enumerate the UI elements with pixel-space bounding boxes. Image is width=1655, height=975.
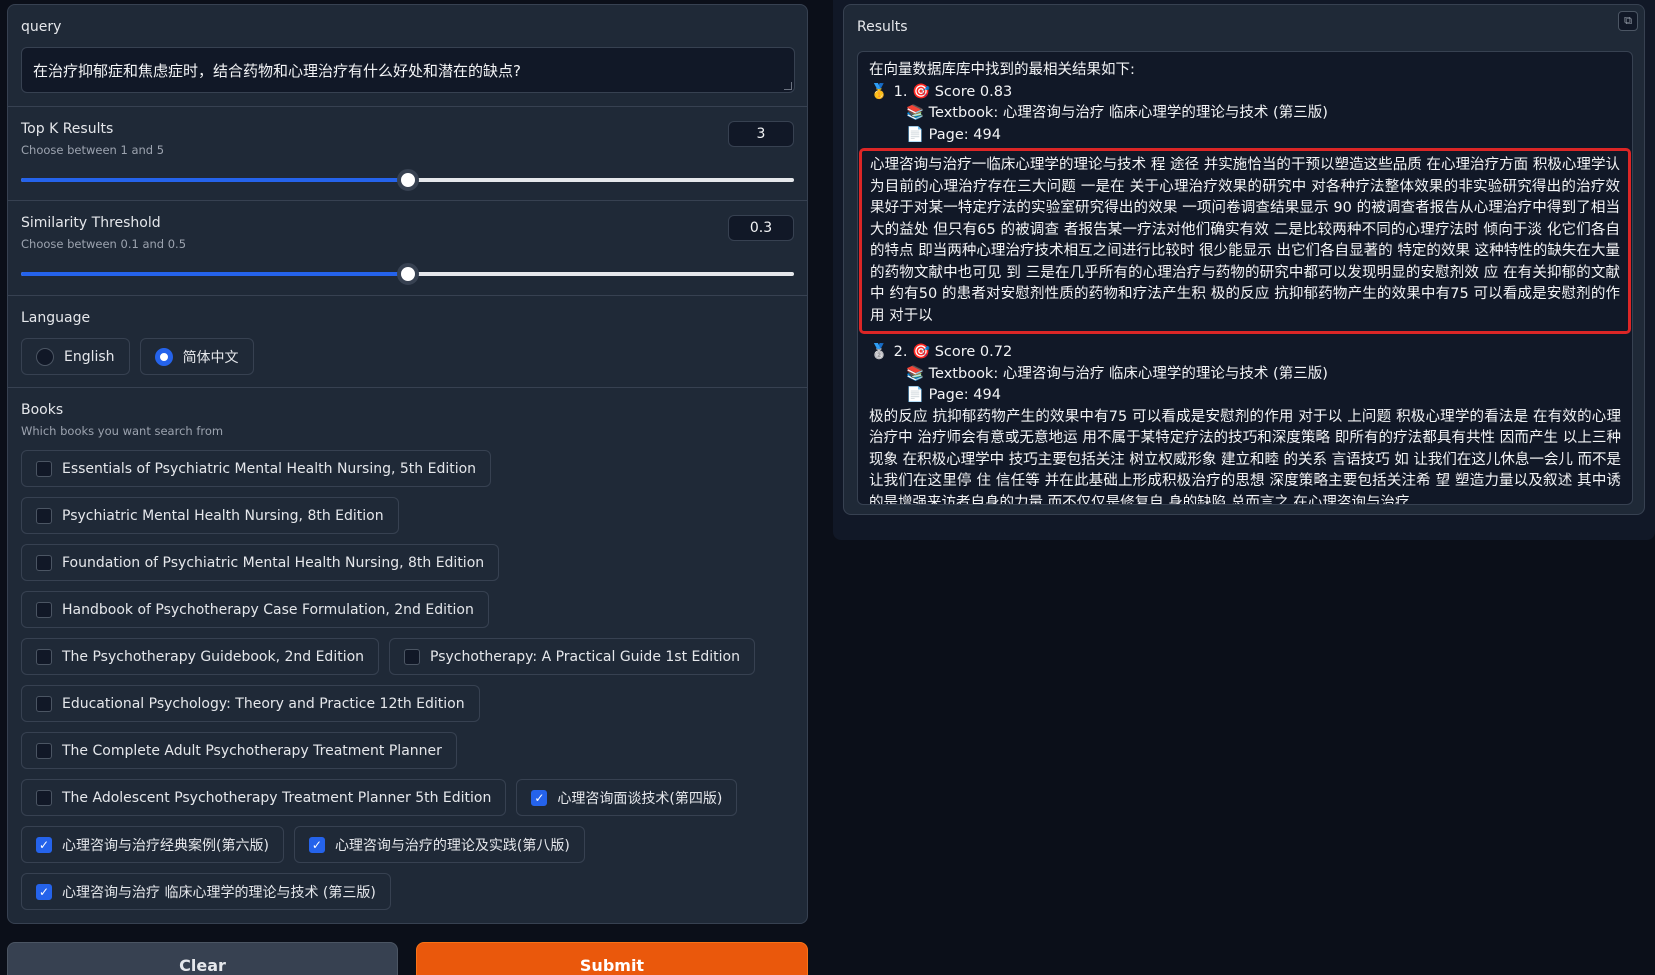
book-option-label: 心理咨询与治疗经典案例(第六版): [62, 837, 269, 854]
query-label: query: [21, 19, 62, 35]
language-option-label: 简体中文: [182, 349, 239, 366]
checkbox-icon: [404, 648, 421, 665]
top-k-number-input[interactable]: 3: [728, 121, 794, 147]
book-option[interactable]: Educational Psychology: Theory and Pract…: [21, 685, 480, 722]
slider-fill: [21, 178, 408, 182]
result-page: 📄 Page: 494: [906, 387, 1001, 403]
result-text-highlighted: 心理咨询与治疗一临床心理学的理论与技术 程 途径 并实施恰当的干预以塑造这些品质…: [859, 148, 1631, 334]
slider-fill: [21, 272, 408, 276]
top-k-label: Top K Results: [21, 121, 114, 137]
language-label: Language: [21, 310, 91, 326]
book-option[interactable]: The Complete Adult Psychotherapy Treatme…: [21, 732, 457, 769]
silver-medal-icon: 🥈: [869, 344, 889, 360]
checkbox-icon: [36, 789, 52, 806]
book-option[interactable]: ✓ 心理咨询与治疗 临床心理学的理论与技术 (第三版): [21, 873, 391, 910]
checkbox-icon: [36, 601, 52, 618]
checkbox-checked-icon: ✓: [308, 836, 325, 853]
slider-thumb[interactable]: [396, 263, 419, 285]
language-option-english[interactable]: English: [21, 338, 130, 375]
checkbox-icon: [36, 507, 52, 524]
copy-icon[interactable]: ⧉: [1618, 11, 1638, 31]
checkbox-icon: [36, 648, 52, 665]
checkbox-checked-icon: ✓: [36, 836, 52, 853]
result-score-line: 🥇 1. 🎯 Score 0.83: [869, 82, 1621, 104]
book-option[interactable]: Psychiatric Mental Health Nursing, 8th E…: [21, 497, 399, 534]
books-label: Books: [21, 402, 64, 418]
gold-medal-icon: 🥇: [869, 83, 889, 100]
similarity-slider[interactable]: [21, 263, 794, 285]
book-option[interactable]: Psychotherapy: A Practical Guide 1st Edi…: [389, 638, 755, 675]
book-option-label: Educational Psychology: Theory and Pract…: [62, 695, 465, 712]
query-input[interactable]: 在治疗抑郁症和焦虑症时，结合药物和心理治疗有什么好处和潜在的缺点?: [21, 47, 795, 93]
book-option[interactable]: ✓ 心理咨询与治疗经典案例(第六版): [21, 826, 284, 863]
result-score: 1. 🎯 Score 0.83: [893, 83, 1013, 100]
radio-selected-icon: [154, 347, 173, 366]
book-option[interactable]: ✓ 心理咨询面谈技术(第四版): [516, 779, 738, 816]
results-intro: 在向量数据库库中找到的最相关结果如下:: [869, 62, 1135, 78]
book-option[interactable]: Foundation of Psychiatric Mental Health …: [21, 544, 500, 581]
checkbox-icon: [36, 460, 52, 477]
input-panel: query 在治疗抑郁症和焦虑症时，结合药物和心理治疗有什么好处和潜在的缺点? …: [7, 4, 808, 924]
books-checkbox-group: Essentials of Psychiatric Mental Health …: [21, 450, 794, 910]
similarity-info: Choose between 0.1 and 0.5: [21, 237, 187, 251]
checkbox-icon: [36, 695, 52, 712]
result-score-line: 🥈 2. 🎯 Score 0.72: [869, 342, 1621, 364]
book-option-label: Essentials of Psychiatric Mental Health …: [62, 460, 477, 477]
submit-button[interactable]: Submit: [416, 942, 808, 975]
query-value: 在治疗抑郁症和焦虑症时，结合药物和心理治疗有什么好处和潜在的缺点?: [33, 62, 521, 80]
result-textbook: 📚 Textbook: 心理咨询与治疗 临床心理学的理论与技术 (第三版): [906, 105, 1328, 121]
books-info: Which books you want search from: [21, 424, 224, 438]
book-option-label: The Complete Adult Psychotherapy Treatme…: [62, 742, 442, 759]
result-textbook: 📚 Textbook: 心理咨询与治疗 临床心理学的理论与技术 (第三版): [906, 365, 1328, 382]
books-section: Books Which books you want search from E…: [8, 388, 807, 923]
language-option-label: English: [64, 348, 115, 365]
query-section: query 在治疗抑郁症和焦虑症时，结合药物和心理治疗有什么好处和潜在的缺点?: [8, 5, 807, 107]
result-text: 极的反应 抗抑郁药物产生的效果中有75 可以看成是安慰剂的作用 对于以 上问题 …: [869, 408, 1621, 505]
book-option-label: The Psychotherapy Guidebook, 2nd Edition: [62, 648, 365, 665]
results-panel: Results ⧉ 在向量数据库库中找到的最相关结果如下: 🥇 1. 🎯 Sco…: [843, 4, 1645, 515]
book-option-label: The Adolescent Psychotherapy Treatment P…: [62, 789, 492, 806]
slider-thumb[interactable]: [396, 169, 419, 191]
book-option-label: Handbook of Psychotherapy Case Formulati…: [62, 601, 474, 618]
top-k-slider[interactable]: [21, 169, 794, 191]
top-k-section: Top K Results Choose between 1 and 5 3: [8, 107, 807, 201]
book-option[interactable]: ✓ 心理咨询与治疗的理论及实践(第八版): [293, 826, 585, 863]
book-option-label: 心理咨询与治疗的理论及实践(第八版): [334, 837, 570, 854]
book-option[interactable]: The Adolescent Psychotherapy Treatment P…: [21, 779, 507, 816]
result-score: 2. 🎯 Score 0.72: [893, 344, 1013, 360]
results-textbox[interactable]: 在向量数据库库中找到的最相关结果如下: 🥇 1. 🎯 Score 0.83 📚 …: [857, 51, 1633, 505]
clear-button[interactable]: Clear: [7, 942, 398, 975]
language-option-chinese[interactable]: 简体中文: [139, 338, 254, 375]
book-option-label: 心理咨询与治疗 临床心理学的理论与技术 (第三版): [62, 884, 376, 901]
language-section: Language English 简体中文: [8, 296, 807, 388]
checkbox-icon: [36, 742, 52, 759]
radio-icon: [36, 347, 54, 366]
checkbox-checked-icon: ✓: [531, 789, 548, 806]
checkbox-checked-icon: ✓: [36, 883, 52, 900]
book-option-label: Psychotherapy: A Practical Guide 1st Edi…: [430, 648, 740, 665]
book-option-label: Foundation of Psychiatric Mental Health …: [62, 554, 485, 571]
book-option-label: 心理咨询面谈技术(第四版): [557, 790, 723, 807]
checkbox-icon: [36, 554, 52, 571]
top-k-info: Choose between 1 and 5: [21, 143, 165, 157]
results-label: Results: [857, 19, 908, 35]
book-option-label: Psychiatric Mental Health Nursing, 8th E…: [62, 507, 384, 524]
book-option[interactable]: Essentials of Psychiatric Mental Health …: [21, 450, 492, 487]
similarity-number-input[interactable]: 0.3: [728, 215, 794, 241]
book-option[interactable]: Handbook of Psychotherapy Case Formulati…: [21, 591, 489, 628]
book-option[interactable]: The Psychotherapy Guidebook, 2nd Edition: [21, 638, 380, 675]
result-page: 📄 Page: 494: [906, 126, 1001, 143]
language-options: English 简体中文: [21, 338, 794, 375]
resize-handle-icon[interactable]: [784, 82, 792, 90]
similarity-section: Similarity Threshold Choose between 0.1 …: [8, 201, 807, 296]
similarity-label: Similarity Threshold: [21, 215, 161, 231]
